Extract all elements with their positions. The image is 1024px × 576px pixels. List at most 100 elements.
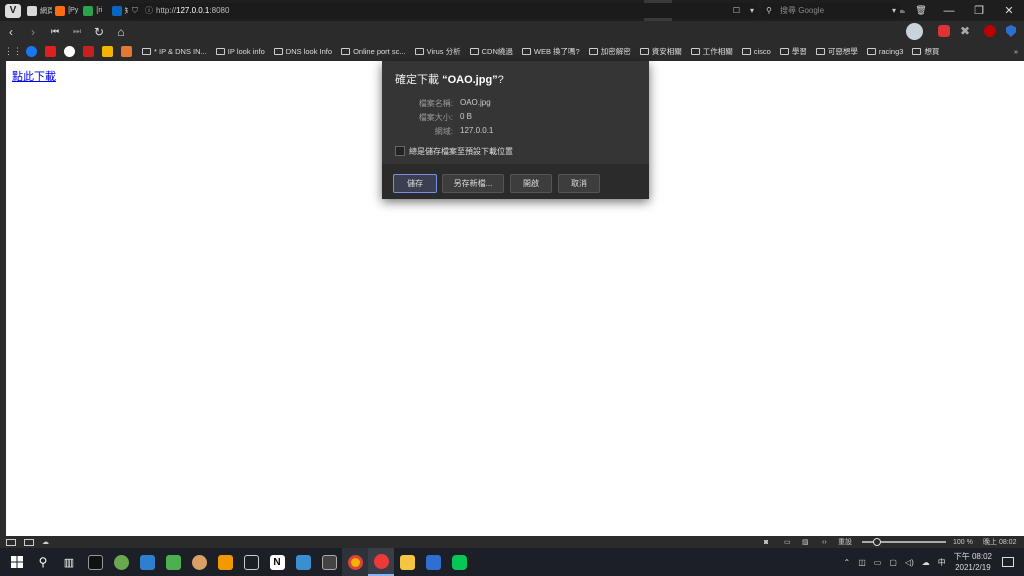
back-icon[interactable]: ‹ [0, 21, 22, 42]
save-as-button[interactable]: 另存新檔... [442, 174, 504, 193]
tab-favicon-icon [83, 5, 94, 16]
zoom-reset[interactable]: 重設 [838, 537, 852, 547]
editor-app-icon[interactable] [420, 548, 446, 576]
dialog-footer: 儲存 另存新檔... 開啟 取消 [382, 164, 649, 199]
bookmark-folder-4[interactable]: Virus 分析 [414, 46, 461, 57]
tray-icon-1[interactable]: ◫ [858, 558, 866, 567]
always-save-label[interactable]: 總是儲存檔案至預設下載位置 [409, 146, 513, 157]
notification-icon[interactable] [1002, 557, 1014, 567]
search-dropdown-icon[interactable]: ▾ [892, 6, 896, 15]
package-app-icon[interactable] [212, 548, 238, 576]
apps-icon[interactable]: ⋮⋮ [4, 46, 22, 57]
ime-indicator[interactable]: 中 [938, 557, 946, 568]
facebook-icon[interactable] [26, 46, 37, 57]
bookmark-folder-11[interactable]: 學習 [779, 46, 807, 57]
avatar[interactable] [906, 23, 923, 40]
minimize-button[interactable]: — [934, 0, 964, 21]
folder-icon [142, 48, 151, 55]
tray-icon-3[interactable]: ▢ [889, 558, 897, 567]
forward-icon[interactable]: › [22, 21, 44, 42]
bookmark-folder-1[interactable]: IP look info [215, 46, 265, 57]
reload-icon[interactable]: ↻ [88, 21, 110, 42]
save-button[interactable]: 儲存 [393, 174, 437, 193]
terminal-app-icon[interactable] [82, 548, 108, 576]
taskbar-clock[interactable]: 下午 08:02 2021/2/19 [954, 551, 992, 573]
url-dropdown-icon[interactable]: ▾ [750, 6, 754, 15]
more-bookmarks-icon[interactable]: » [1014, 47, 1018, 56]
bookmark-folder-0[interactable]: * IP & DNS IN... [142, 46, 207, 57]
bookmark-folder-5[interactable]: CDN繞過 [469, 46, 513, 57]
search-taskbar-icon[interactable]: ⚲ [30, 548, 56, 576]
tab-2[interactable]: [ri [80, 0, 108, 21]
tray-expand-icon[interactable]: ⌃ [844, 558, 851, 567]
window-icon[interactable] [24, 538, 34, 546]
bookmark-label: 可惡想學 [827, 47, 858, 56]
google-icon[interactable] [64, 46, 75, 57]
bookmark-folder-7[interactable]: 加密解密 [588, 46, 631, 57]
bookmark-label: 學習 [791, 47, 807, 56]
bookmark-folder-6[interactable]: WEB 換了嗎? [521, 46, 580, 57]
url-field[interactable]: ⛉ ⓘ http://127.0.0.1:8080 ☐ ▾ [128, 3, 758, 18]
vivaldi-logo-icon[interactable]: V [5, 3, 21, 18]
box-app-icon[interactable] [238, 548, 264, 576]
document-app-icon[interactable] [290, 548, 316, 576]
trash-icon[interactable]: 🗑 [912, 0, 930, 21]
status-bar: ☁ ◙ ▭ ▨ ‹› 重設 100 % 晚上 08:02 [0, 536, 1024, 548]
cancel-button[interactable]: 取消 [558, 174, 600, 193]
bookmark-page-icon[interactable]: ☐ [733, 6, 740, 15]
maximize-button[interactable]: ❐ [964, 0, 994, 21]
paint-app-icon[interactable] [108, 548, 134, 576]
gmail-icon[interactable] [83, 46, 94, 57]
notepad-app-icon[interactable] [160, 548, 186, 576]
panel-toggle-icon[interactable] [6, 538, 16, 546]
start-button[interactable] [4, 548, 30, 576]
volume-icon[interactable]: ◁) [905, 558, 914, 567]
task-view-icon[interactable]: ▥ [56, 548, 82, 576]
zoom-slider-handle[interactable] [873, 538, 881, 546]
notion-app-icon[interactable]: N [264, 548, 290, 576]
palette-app-icon[interactable] [186, 548, 212, 576]
tiling-icon[interactable]: ▭ [784, 538, 791, 546]
bookmark-folder-12[interactable]: 可惡想學 [815, 46, 858, 57]
bookmark-folder-14[interactable]: 想買 [912, 46, 939, 57]
open-button[interactable]: 開啟 [510, 174, 552, 193]
zoom-level[interactable]: 100 % [953, 539, 973, 546]
shield-icon[interactable]: ⛉ [128, 6, 142, 16]
always-save-checkbox[interactable] [395, 146, 405, 156]
snipping-app-icon[interactable] [316, 548, 342, 576]
bookmark-folder-2[interactable]: DNS look Info [273, 46, 332, 57]
tray-icon-2[interactable]: ▭ [874, 558, 882, 567]
ublock-icon[interactable] [984, 25, 996, 37]
rewind-icon[interactable]: ⏮ [44, 21, 66, 42]
youtube-icon[interactable] [45, 46, 56, 57]
bookmark-folder-13[interactable]: racing3 [866, 46, 903, 57]
cloud-icon[interactable]: ☁ [42, 538, 49, 546]
line-app-icon[interactable] [446, 548, 472, 576]
tab-label: 網頁 [40, 7, 53, 15]
fast-forward-icon[interactable]: ⏭ [66, 21, 88, 42]
image-icon[interactable]: ▨ [802, 538, 809, 546]
extension-x-icon[interactable]: ✖ [960, 24, 970, 38]
bookmark-folder-10[interactable]: cisco [741, 46, 771, 57]
search-field[interactable]: ⚲ 搜尋 Google ▾ [762, 3, 900, 18]
bookmark-icon-yellow[interactable] [102, 46, 113, 57]
tab-1[interactable]: [Py [52, 0, 80, 21]
bookmark-icon-orange[interactable] [121, 46, 132, 57]
file-explorer-icon[interactable] [394, 548, 420, 576]
onedrive-icon[interactable]: ☁ [922, 558, 930, 567]
chrome-app-icon[interactable] [342, 548, 368, 576]
close-window-button[interactable]: ✕ [994, 0, 1024, 21]
code-icon[interactable]: ‹› [822, 539, 827, 546]
extension-icon[interactable] [938, 25, 950, 37]
vivaldi-app-icon[interactable] [368, 548, 394, 576]
tab-0[interactable]: 網頁 [24, 0, 52, 21]
home-icon[interactable]: ⌂ [110, 21, 132, 42]
bookmark-folder-3[interactable]: Online port sc... [341, 46, 406, 57]
bookmark-folder-8[interactable]: 資安相關 [639, 46, 682, 57]
bookmark-folder-9[interactable]: 工作相關 [690, 46, 733, 57]
download-link[interactable]: 點此下載 [12, 68, 56, 84]
monitor-app-icon[interactable] [134, 548, 160, 576]
info-icon[interactable]: ⓘ [142, 5, 156, 16]
dialog-filename: “OAO.jpg” [442, 74, 498, 86]
camera-icon[interactable]: ◙ [764, 539, 768, 546]
